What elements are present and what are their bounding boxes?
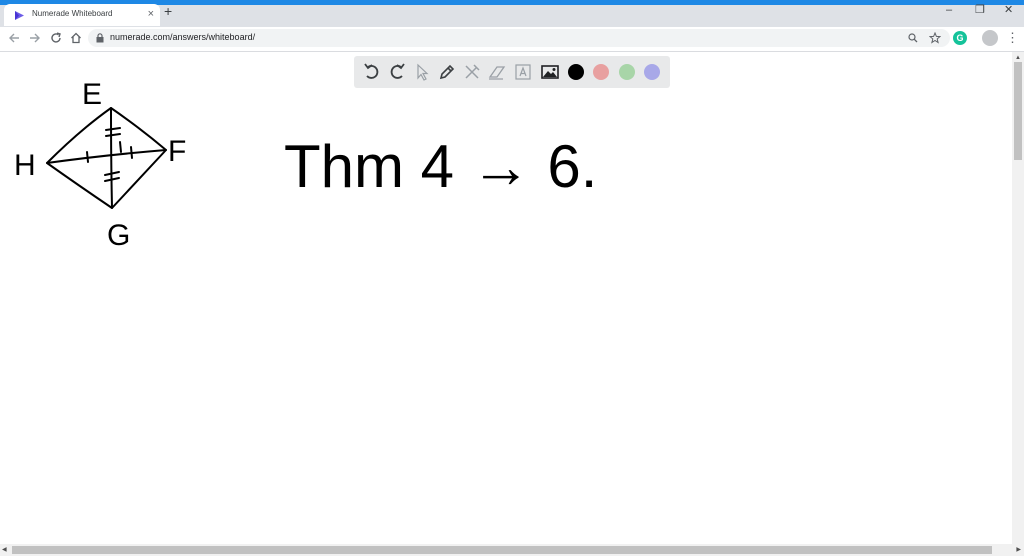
browser-toolbar: numerade.com/answers/whiteboard/ <box>0 27 1024 52</box>
profile-avatar[interactable] <box>982 30 998 46</box>
whiteboard-toolbar <box>354 56 670 88</box>
text-icon[interactable] <box>513 62 533 82</box>
vertical-scrollbar[interactable]: ▲ <box>1012 52 1024 544</box>
vertex-labels: E F G H <box>14 78 186 252</box>
horizontal-scroll-thumb[interactable] <box>12 546 992 554</box>
browser-tab[interactable]: Numerade Whiteboard × <box>4 4 160 26</box>
color-pink-swatch[interactable] <box>593 64 609 80</box>
color-green-swatch[interactable] <box>619 64 635 80</box>
vertical-scroll-thumb[interactable] <box>1014 62 1022 160</box>
eraser-icon[interactable] <box>487 62 507 82</box>
zoom-search-icon[interactable] <box>908 33 918 43</box>
lock-icon <box>96 33 104 43</box>
home-icon[interactable] <box>70 32 82 44</box>
new-tab-button[interactable]: + <box>164 4 172 18</box>
tab-close-icon[interactable]: × <box>148 7 154 21</box>
forward-icon[interactable] <box>29 32 41 44</box>
vertex-label-g: G <box>107 219 130 252</box>
whiteboard-canvas[interactable]: E F G H Thm 4 → 6. <box>0 52 1012 544</box>
bookmark-star-icon[interactable] <box>929 32 941 44</box>
tools-icon[interactable] <box>462 62 482 82</box>
numerade-favicon-icon <box>15 11 24 20</box>
grammarly-extension-icon[interactable]: G <box>953 31 967 45</box>
browser-menu-icon[interactable]: ⋮ <box>1006 30 1019 46</box>
horizontal-scrollbar[interactable]: ◀ ▶ <box>0 544 1024 556</box>
minimize-button[interactable]: – <box>946 4 952 16</box>
vertex-label-e: E <box>82 78 102 111</box>
restore-button[interactable]: ❐ <box>975 4 985 16</box>
image-icon[interactable] <box>540 62 560 82</box>
vertex-label-f: F <box>168 135 186 168</box>
url-text: numerade.com/answers/whiteboard/ <box>110 32 256 42</box>
pen-icon[interactable] <box>437 62 457 82</box>
back-icon[interactable] <box>8 32 20 44</box>
scroll-right-icon[interactable]: ▶ <box>1016 544 1021 556</box>
vertex-label-h: H <box>14 149 36 182</box>
color-black-swatch[interactable] <box>568 64 584 80</box>
redo-icon[interactable] <box>387 62 407 82</box>
reload-icon[interactable] <box>50 32 62 44</box>
pointer-icon[interactable] <box>412 62 432 82</box>
tab-title: Numerade Whiteboard <box>32 9 113 18</box>
address-bar[interactable]: numerade.com/answers/whiteboard/ <box>88 29 950 47</box>
color-lavender-swatch[interactable] <box>644 64 660 80</box>
undo-icon[interactable] <box>362 62 382 82</box>
scroll-left-icon[interactable]: ◀ <box>2 544 7 556</box>
close-window-button[interactable]: ✕ <box>1004 4 1013 16</box>
rhombus-drawing <box>46 107 167 209</box>
theorem-text: Thm 4 → 6. <box>284 133 597 200</box>
